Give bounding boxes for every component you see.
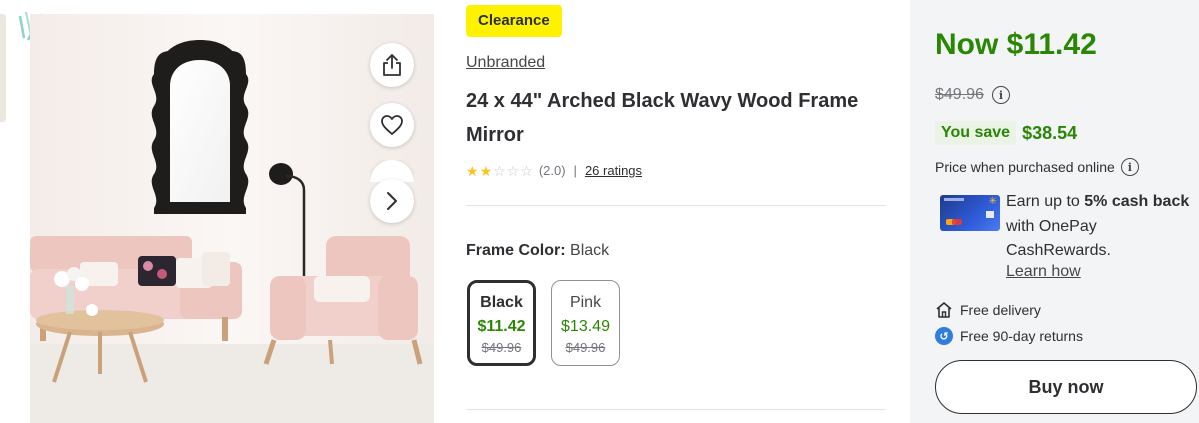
you-save-amount: $38.54 [1022, 122, 1078, 143]
share-icon [383, 54, 401, 76]
brand-link[interactable]: Unbranded [466, 54, 545, 72]
star-empty-icon: ☆ [493, 162, 506, 179]
variant-option-pink[interactable]: Pink $13.49 $49.96 [551, 280, 620, 366]
product-title: 24 x 44" Arched Black Wavy Wood Frame Mi… [466, 90, 859, 146]
variant-name: Black [480, 294, 523, 311]
cashback-offer: Earn up to 5% cash back with OnePay Cash… [1006, 190, 1198, 264]
returns-icon: ↺ [935, 327, 953, 345]
cashback-rate: 5% cash back [1084, 193, 1190, 210]
online-price-text: Price when purchased online [935, 159, 1115, 175]
heart-icon [381, 115, 403, 135]
ratings-count-link[interactable]: 26 ratings [585, 163, 642, 178]
was-price: $49.96 [935, 86, 984, 103]
rating-separator: | [573, 163, 577, 178]
variant-name: Pink [569, 294, 602, 311]
section-divider [466, 409, 886, 410]
next-image-button[interactable] [370, 179, 414, 223]
variant-price: $13.49 [561, 318, 610, 335]
you-save-label: You save [935, 121, 1017, 145]
info-icon[interactable]: i [991, 86, 1010, 104]
variant-was-price: $49.96 [565, 340, 606, 355]
home-icon [936, 302, 952, 318]
star-full-icon: ★ [479, 162, 493, 179]
was-price-row: $49.96 i [935, 86, 1010, 104]
variant-price: $11.42 [477, 318, 526, 335]
chevron-right-icon [387, 192, 397, 210]
onepay-card-image: ✳ [940, 195, 1000, 231]
variant-label-name: Frame Color: [466, 242, 566, 259]
star-rating: ★ ★ ☆ ☆ ☆ [466, 164, 533, 178]
returns-info: ↺ Free 90-day returns [935, 327, 1083, 345]
thumbnail-strip-edge[interactable] [0, 14, 6, 122]
favorite-button[interactable] [370, 103, 414, 147]
variant-option-black[interactable]: Black $11.42 $49.96 [467, 280, 536, 366]
variant-label: Frame Color: Black [466, 242, 609, 260]
cashback-prefix: Earn up to [1006, 193, 1085, 210]
variant-selected-value: Black [570, 242, 610, 259]
current-price: Now $11.42 [935, 28, 1097, 61]
cashback-suffix: with OnePay CashRewards. [1006, 217, 1111, 260]
star-full-icon: ★ [466, 162, 479, 179]
star-empty-icon: ☆ [506, 162, 520, 179]
savings-row: You save $38.54 [935, 121, 1077, 145]
rating-summary: ★ ★ ☆ ☆ ☆ (2.0) | 26 ratings [466, 163, 642, 178]
online-price-note: Price when purchased online i [935, 158, 1139, 176]
section-divider [466, 205, 886, 206]
rating-value: (2.0) [538, 163, 566, 178]
delivery-info: Free delivery [935, 301, 1041, 319]
variant-was-price: $49.96 [481, 340, 522, 355]
learn-how-link[interactable]: Learn how [1006, 263, 1081, 281]
star-empty-icon: ☆ [520, 162, 533, 179]
share-button[interactable] [370, 43, 414, 87]
info-icon[interactable]: i [1120, 158, 1139, 176]
buy-now-button[interactable]: Buy now [935, 360, 1197, 414]
returns-text: Free 90-day returns [960, 328, 1083, 344]
clearance-badge: Clearance [466, 5, 562, 37]
delivery-text: Free delivery [960, 302, 1041, 318]
